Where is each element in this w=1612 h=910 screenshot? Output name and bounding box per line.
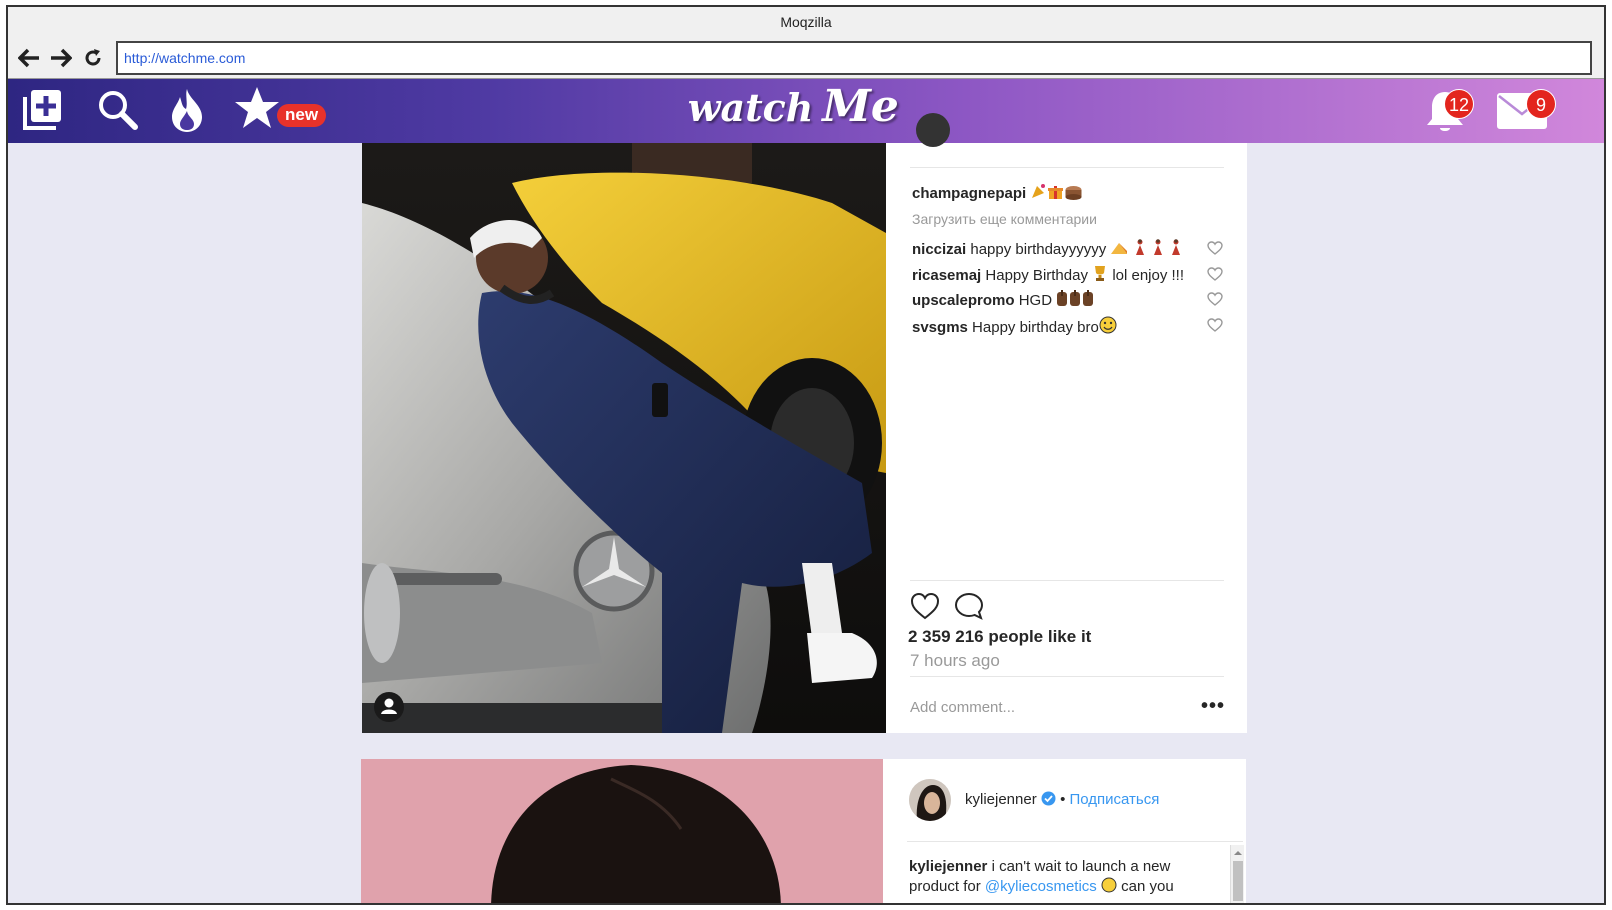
comment-row: ricasemaj Happy Birthday lol enjoy !!!	[912, 265, 1184, 286]
window-title: Moqzilla	[8, 7, 1604, 37]
follow-button[interactable]: Подписаться	[1070, 791, 1160, 808]
smiley-icon	[1101, 877, 1117, 899]
comment-row: svsgms Happy birthday bro	[912, 316, 1117, 338]
comment-like-icon[interactable]	[1207, 241, 1223, 255]
verified-badge-icon	[1041, 791, 1056, 810]
dancer-icon	[1133, 239, 1185, 260]
comment-text: lol enjoy !!!	[1112, 267, 1185, 284]
post-timestamp: 7 hours ago	[910, 651, 1000, 670]
post-username[interactable]: kyliejenner	[965, 791, 1037, 808]
notifications-badge: 12	[1444, 89, 1474, 119]
comment-icon[interactable]	[954, 592, 984, 620]
avatar[interactable]	[916, 113, 950, 147]
mention-link[interactable]: @kyliecosmetics	[985, 878, 1097, 895]
comment-username[interactable]: svsgms	[912, 319, 968, 336]
raised-hands-icon	[1056, 290, 1096, 311]
comment-row: upscalepromo HGD	[912, 290, 1096, 311]
scrollbar-thumb[interactable]	[1233, 861, 1243, 901]
browser-window: Moqzilla http://watchme.com new watch Me…	[6, 5, 1606, 905]
smiley-icon	[1099, 316, 1117, 338]
new-badge: new	[277, 104, 327, 127]
caption-text: product for	[909, 878, 981, 895]
back-icon[interactable]	[16, 45, 42, 71]
caption: kyliejenner i can't wait to launch a new…	[909, 857, 1174, 899]
divider	[907, 841, 1243, 842]
more-options-button[interactable]: •••	[1201, 695, 1225, 718]
post-sidebar: champagnepapi Загрузить еще комментарии …	[886, 113, 1247, 733]
url-input[interactable]: http://watchme.com	[116, 40, 1592, 75]
cake-icon	[1064, 183, 1083, 204]
pie-icon	[1110, 240, 1128, 260]
party-popper-icon	[1030, 183, 1047, 204]
add-post-icon[interactable]	[22, 87, 64, 136]
post-photo[interactable]	[362, 143, 886, 733]
comment-like-icon[interactable]	[1207, 318, 1223, 332]
browser-toolbar: http://watchme.com	[8, 37, 1604, 79]
like-icon[interactable]	[910, 592, 940, 620]
load-more-comments-link[interactable]: Загрузить еще комментарии	[912, 211, 1097, 227]
comment-text: HGD	[1018, 292, 1053, 309]
caption-username[interactable]: kyliejenner	[909, 858, 987, 875]
feed: champagnepapi Загрузить еще комментарии …	[8, 113, 1604, 903]
caption-scrollbar[interactable]	[1230, 845, 1244, 903]
post-card: kyliejenner • Подписаться kyliejenner i …	[361, 759, 1246, 903]
comment-like-icon[interactable]	[1207, 292, 1223, 306]
app-logo[interactable]: watch Me	[688, 81, 899, 132]
comment-like-icon[interactable]	[1207, 267, 1223, 281]
trophy-icon	[1092, 265, 1108, 286]
fire-icon[interactable]	[168, 87, 206, 138]
messages-badge: 9	[1526, 89, 1556, 119]
post-card: champagnepapi Загрузить еще комментарии …	[362, 113, 1247, 733]
search-icon[interactable]	[96, 88, 138, 137]
separator: •	[1060, 791, 1066, 808]
post-photo[interactable]	[361, 759, 883, 903]
comment-row: niccizai happy birthdayyyyyy	[912, 239, 1185, 260]
comment-username[interactable]: niccizai	[912, 241, 966, 258]
divider	[910, 676, 1224, 677]
add-comment-input[interactable]: Add comment...	[910, 699, 1015, 716]
caption-text: i can't wait to launch a new	[991, 858, 1171, 875]
gift-icon	[1047, 183, 1064, 204]
star-icon[interactable]	[234, 85, 280, 136]
post-sidebar: kyliejenner • Подписаться kyliejenner i …	[883, 759, 1246, 903]
divider	[910, 580, 1224, 581]
comment-text: happy birthdayyyyyy	[970, 241, 1107, 258]
post-header: kyliejenner • Подписаться	[965, 791, 1159, 810]
comment-text: Happy Birthday	[985, 267, 1088, 284]
app-header: new watch Me 12 9	[8, 79, 1604, 143]
user-tag-icon[interactable]	[374, 692, 404, 722]
comment-username[interactable]: ricasemaj	[912, 267, 981, 284]
likes-count[interactable]: 2 359 216 people like it	[908, 627, 1091, 647]
divider	[910, 167, 1224, 168]
caption: champagnepapi	[912, 183, 1083, 204]
comment-username[interactable]: upscalepromo	[912, 292, 1015, 309]
caption-text: can you	[1121, 878, 1174, 895]
avatar[interactable]	[909, 779, 951, 821]
comment-text: Happy birthday bro	[972, 319, 1099, 336]
caption-username[interactable]: champagnepapi	[912, 185, 1026, 202]
forward-icon[interactable]	[48, 45, 74, 71]
reload-icon[interactable]	[80, 45, 106, 71]
